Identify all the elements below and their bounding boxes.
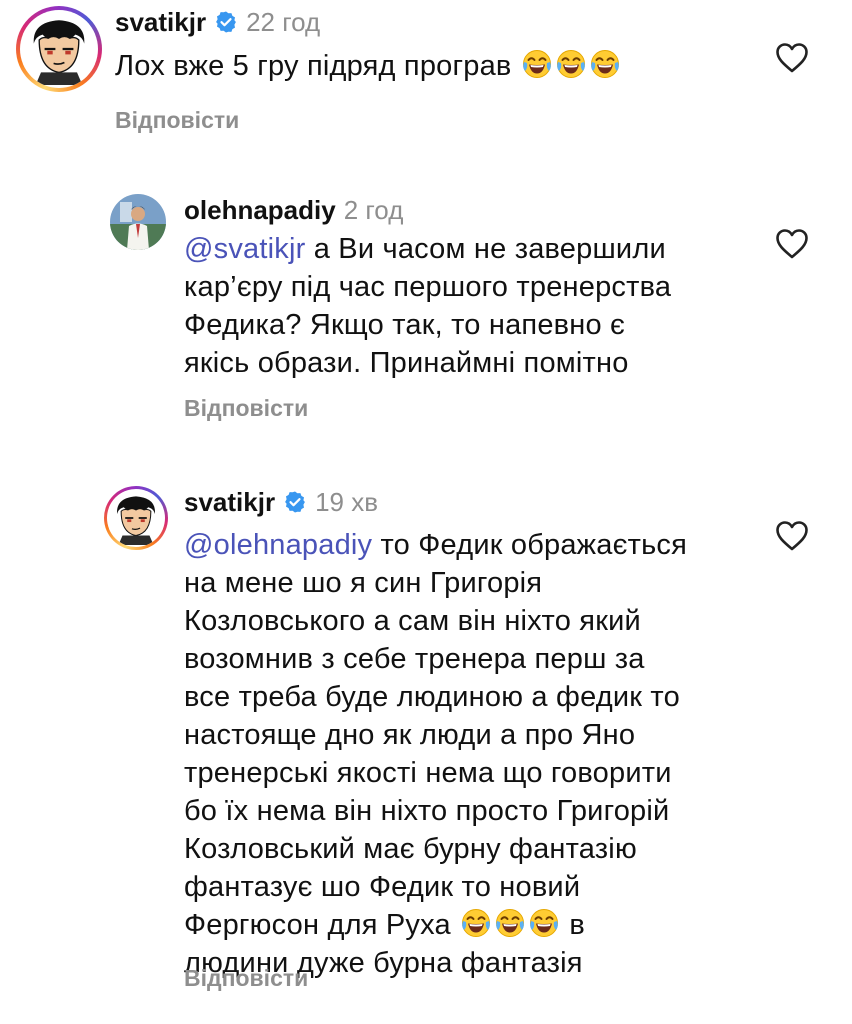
comment-line: бо їх нема він ніхто просто Григорій bbox=[184, 795, 670, 827]
comment-2: olehnapadiy 2 год @svatikjr а Ви часом н… bbox=[0, 180, 852, 440]
face-with-tears-of-joy-icon bbox=[529, 908, 559, 938]
avatar bbox=[107, 489, 165, 547]
comment-1: svatikjr 22 год Лох вже 5 гру підряд про… bbox=[0, 0, 852, 150]
heart-outline-icon[interactable] bbox=[775, 42, 809, 74]
comment-line: то Федик ображається bbox=[372, 529, 687, 561]
comment-line: Козловський має бурну фантазію bbox=[184, 833, 637, 865]
username[interactable]: olehnapadiy bbox=[184, 194, 336, 226]
comment-line: якісь образи. Принаймні помітно bbox=[184, 347, 629, 379]
reply-button[interactable]: Відповісти bbox=[184, 395, 308, 422]
comment-3: svatikjr 19 хв @olehnapadiy то Федик обр… bbox=[0, 480, 852, 1024]
verified-badge-icon bbox=[283, 490, 307, 514]
comment-line: в bbox=[569, 909, 585, 941]
avatar bbox=[20, 10, 98, 88]
comment-line: а Ви часом не завершили bbox=[305, 233, 666, 265]
comment-line: кар’єру під час першого тренерства bbox=[184, 271, 672, 303]
comment-line: Лох вже 5 гру підряд програв bbox=[115, 50, 512, 82]
cartoon-avatar-image bbox=[23, 13, 95, 85]
face-with-tears-of-joy-icon bbox=[556, 49, 586, 79]
timestamp: 19 хв bbox=[315, 487, 379, 517]
cartoon-avatar-image bbox=[109, 491, 163, 545]
comment-line: на мене шо я син Григорія bbox=[184, 567, 543, 599]
face-with-tears-of-joy-icon bbox=[590, 49, 620, 79]
verified-badge-icon bbox=[214, 10, 238, 34]
avatar-svatikjr-story-ring[interactable] bbox=[16, 6, 102, 92]
timestamp: 2 год bbox=[343, 195, 404, 225]
comment-text: @olehnapadiy то Федик ображається на мен… bbox=[184, 526, 687, 982]
face-with-tears-of-joy-icon bbox=[495, 908, 525, 938]
comment-line: Федика? Якщо так, то напевно є bbox=[184, 309, 626, 341]
comment-text: @svatikjr а Ви часом не завершили кар’єр… bbox=[184, 230, 671, 382]
timestamp: 22 год bbox=[246, 7, 321, 37]
face-with-tears-of-joy-icon bbox=[522, 49, 552, 79]
photo-avatar-image bbox=[110, 194, 166, 250]
comment-line: фантазує шо Федик то новий bbox=[184, 871, 581, 903]
comment-line: возомнив з себе тренера перш за bbox=[184, 643, 645, 675]
mention-link[interactable]: @svatikjr bbox=[184, 233, 305, 265]
reply-button[interactable]: Відповісти bbox=[115, 107, 239, 134]
username[interactable]: svatikjr bbox=[184, 486, 275, 518]
username[interactable]: svatikjr bbox=[115, 6, 206, 38]
avatar-svatikjr-story-ring[interactable] bbox=[104, 486, 168, 550]
face-with-tears-of-joy-icon bbox=[461, 908, 491, 938]
comment-line: тренерські якості нема що говорити bbox=[184, 757, 672, 789]
comment-line: настояще дно як люди а про Яно bbox=[184, 719, 636, 751]
avatar-olehnapadiy[interactable] bbox=[110, 194, 166, 250]
heart-outline-icon[interactable] bbox=[775, 520, 809, 552]
heart-outline-icon[interactable] bbox=[775, 228, 809, 260]
comment-header: svatikjr 19 хв bbox=[184, 486, 378, 518]
comment-line: Фергюсон для Руха bbox=[184, 909, 451, 941]
comment-header: svatikjr 22 год bbox=[115, 6, 320, 38]
reply-button[interactable]: Відповісти bbox=[184, 965, 308, 992]
comment-text: Лох вже 5 гру підряд програв bbox=[115, 47, 622, 85]
comment-line: все треба буде людиною а федик то bbox=[184, 681, 680, 713]
mention-link[interactable]: @olehnapadiy bbox=[184, 529, 372, 561]
comment-line: Козловського а сам він ніхто який bbox=[184, 605, 641, 637]
comment-header: olehnapadiy 2 год bbox=[184, 194, 403, 226]
